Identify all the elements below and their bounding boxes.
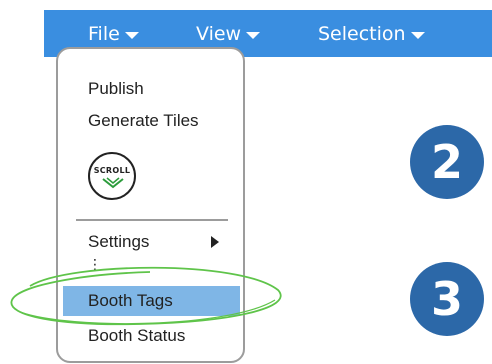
menu-divider <box>76 219 228 221</box>
chevron-down-icon <box>124 31 139 39</box>
selection-menu-label: Selection <box>318 22 406 45</box>
chevron-down-icon <box>246 31 261 39</box>
chevron-down-icon <box>410 31 425 39</box>
file-menu-label: File <box>88 22 120 45</box>
menu-item-publish[interactable]: Publish <box>88 79 144 99</box>
menu-item-booth-status[interactable]: Booth Status <box>88 326 185 346</box>
file-dropdown-menu: Publish Generate Tiles SCROLL Settings ⋮… <box>56 47 245 363</box>
scroll-badge-label: SCROLL <box>93 166 131 175</box>
menu-item-booth-tags[interactable]: Booth Tags <box>88 291 173 311</box>
submenu-arrow-icon <box>211 236 219 248</box>
step-badge-3: 3 <box>410 262 484 336</box>
menu-item-generate-tiles[interactable]: Generate Tiles <box>88 111 199 131</box>
more-dots-icon: ⋮ <box>88 256 102 272</box>
scroll-icon[interactable]: SCROLL <box>88 152 136 200</box>
menu-item-settings[interactable]: Settings <box>88 232 149 252</box>
selection-menu-trigger[interactable]: Selection <box>318 10 425 57</box>
chevron-down-icon <box>102 177 124 189</box>
view-menu-label: View <box>196 22 242 45</box>
step-badge-2: 2 <box>410 125 484 199</box>
